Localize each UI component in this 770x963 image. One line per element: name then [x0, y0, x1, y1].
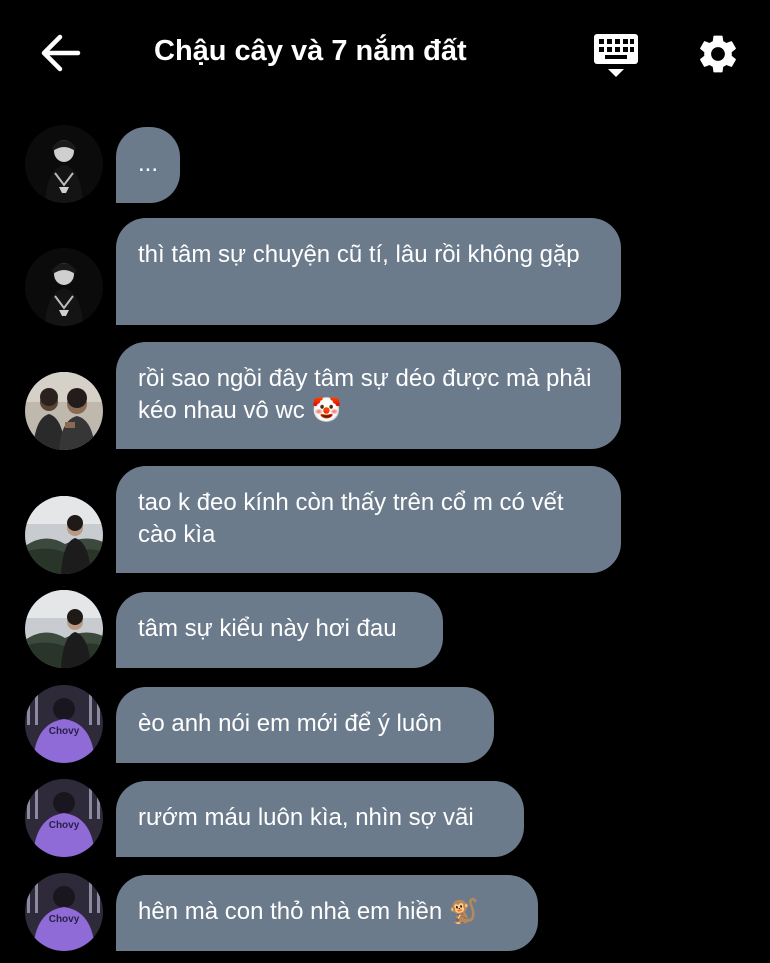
avatar-dark-hood	[25, 248, 103, 326]
message-bubble[interactable]: tâm sự kiểu này hơi đau	[116, 592, 443, 668]
message-bubble[interactable]: tao k đeo kính còn thấy trên cổ m có vết…	[116, 466, 621, 573]
message-row: Chovy rướm máu luôn kìa, nhìn sợ vãi	[0, 779, 770, 857]
sender-avatar[interactable]	[25, 125, 103, 203]
message-row: ...	[0, 125, 770, 203]
avatar-logo-text: Chovy	[49, 914, 80, 925]
sender-avatar[interactable]	[25, 248, 103, 326]
sender-avatar[interactable]: Chovy	[25, 685, 103, 763]
message-list[interactable]: ... thì tâm sự chuyện cũ tí, lâu rồi khô…	[0, 105, 770, 963]
avatar-outdoor	[25, 590, 103, 668]
message-bubble[interactable]: rồi sao ngồi đây tâm sự déo được mà phải…	[116, 342, 621, 449]
message-row: Chovy èo anh nói em mới để ý luôn	[0, 685, 770, 763]
message-row: rồi sao ngồi đây tâm sự déo được mà phải…	[0, 342, 770, 450]
sender-avatar[interactable]	[25, 372, 103, 450]
sender-avatar[interactable]: Chovy	[25, 873, 103, 951]
arrow-left-icon	[41, 34, 81, 72]
avatar-outdoor	[25, 496, 103, 574]
avatar-chovy: Chovy	[25, 779, 103, 857]
message-bubble[interactable]: èo anh nói em mới để ý luôn	[116, 687, 494, 763]
sender-avatar[interactable]: Chovy	[25, 779, 103, 857]
keyboard-button[interactable]	[592, 32, 640, 80]
message-row: thì tâm sự chuyện cũ tí, lâu rồi không g…	[0, 218, 770, 326]
avatar-dark-hood	[25, 125, 103, 203]
avatar-logo-text: Chovy	[49, 726, 80, 737]
message-bubble[interactable]: rướm máu luôn kìa, nhìn sợ vãi	[116, 781, 524, 857]
message-row: tao k đeo kính còn thấy trên cổ m có vết…	[0, 466, 770, 574]
avatar-logo-text: Chovy	[49, 820, 80, 831]
settings-button[interactable]	[695, 31, 741, 77]
conversation-title: Chậu cây và 7 nắm đất	[154, 35, 467, 67]
gear-icon	[700, 35, 736, 73]
message-bubble[interactable]: hên mà con thỏ nhà em hiền 🐒	[116, 875, 538, 951]
message-row: Chovy hên mà con thỏ nhà em hiền 🐒	[0, 873, 770, 951]
back-button[interactable]	[38, 33, 82, 73]
sender-avatar[interactable]	[25, 590, 103, 668]
avatar-two-guys	[25, 372, 103, 450]
top-bar: Chậu cây và 7 nắm đất	[0, 0, 770, 105]
sender-avatar[interactable]	[25, 496, 103, 574]
keyboard-icon	[594, 34, 638, 77]
avatar-chovy: Chovy	[25, 685, 103, 763]
message-bubble[interactable]: ...	[116, 127, 180, 203]
message-bubble[interactable]: thì tâm sự chuyện cũ tí, lâu rồi không g…	[116, 218, 621, 325]
message-row: tâm sự kiểu này hơi đau	[0, 590, 770, 668]
avatar-chovy: Chovy	[25, 873, 103, 951]
